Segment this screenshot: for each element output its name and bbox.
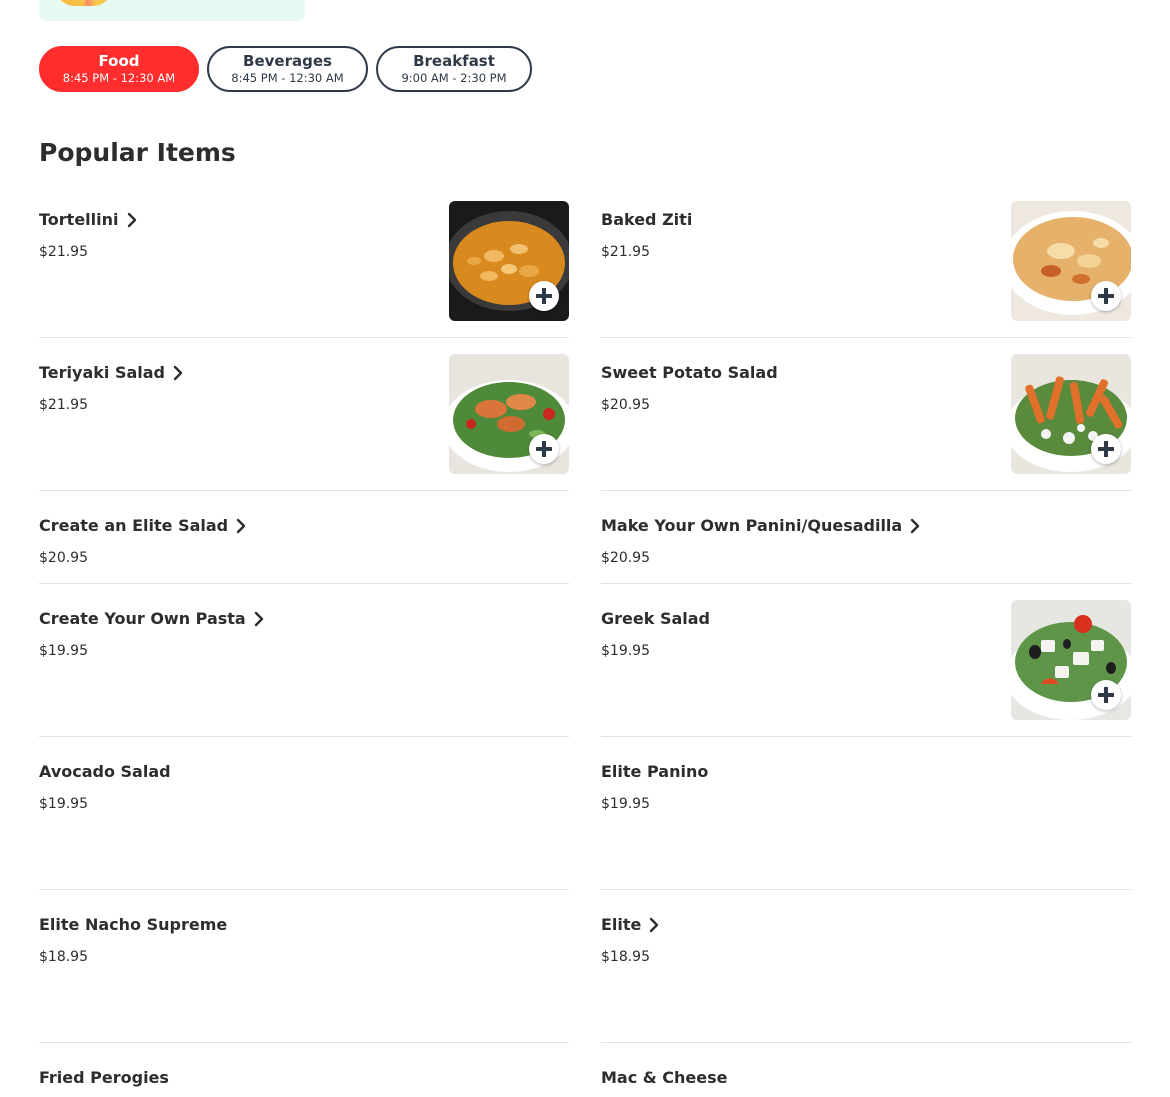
- chevron-right-icon: [173, 365, 183, 381]
- tab-label: Breakfast: [413, 52, 495, 70]
- tab-label: Food: [98, 52, 140, 70]
- promo-banner[interactable]: [39, 0, 305, 21]
- item-name: Elite Panino: [601, 762, 709, 781]
- item-price: $20.95: [39, 550, 88, 566]
- item-name: Tortellini: [39, 210, 119, 229]
- plus-icon: [536, 441, 552, 457]
- add-to-cart-button[interactable]: [1091, 434, 1121, 464]
- tab-hours: 8:45 PM - 12:30 AM: [62, 71, 176, 85]
- item-price: $21.95: [39, 397, 88, 413]
- item-price: $19.95: [601, 643, 650, 659]
- chevron-right-icon: [254, 611, 263, 627]
- menu-item-greek-salad[interactable]: Greek Salad $19.95: [601, 600, 1131, 737]
- item-name: Mac & Cheese: [601, 1068, 728, 1087]
- menu-item-avocado-salad[interactable]: Avocado Salad $19.95: [39, 753, 569, 890]
- divider: [601, 889, 1131, 890]
- divider: [601, 736, 1131, 737]
- menu-item-sweet-potato-salad[interactable]: Sweet Potato Salad $20.95: [601, 354, 1131, 491]
- divider: [39, 1042, 569, 1043]
- plus-icon: [1098, 441, 1114, 457]
- item-price: $18.95: [601, 949, 650, 965]
- menu-item-elite-nacho-supreme[interactable]: Elite Nacho Supreme $18.95: [39, 906, 569, 1043]
- menu-item-teriyaki-salad[interactable]: Teriyaki Salad $21.95: [39, 354, 569, 491]
- chevron-right-icon: [650, 917, 659, 933]
- item-name: Make Your Own Panini/Quesadilla: [601, 516, 903, 535]
- item-name: Sweet Potato Salad: [601, 363, 778, 382]
- item-name: Greek Salad: [601, 609, 710, 628]
- item-price: $19.95: [601, 796, 650, 812]
- item-name: Create Your Own Pasta: [39, 609, 246, 628]
- divider: [39, 736, 569, 737]
- tab-beverages[interactable]: Beverages 8:45 PM - 12:30 AM: [207, 46, 368, 92]
- food-photo-greek-salad: [1011, 600, 1131, 720]
- add-to-cart-button[interactable]: [1091, 680, 1121, 710]
- item-name: Fried Perogies: [39, 1068, 169, 1087]
- menu-item-mac-and-cheese[interactable]: Mac & Cheese: [601, 1059, 1131, 1097]
- menu-item-baked-ziti[interactable]: Baked Ziti $21.95: [601, 201, 1131, 338]
- divider: [601, 337, 1131, 338]
- item-name: Elite: [601, 915, 642, 934]
- divider: [39, 583, 569, 584]
- item-price: $19.95: [39, 796, 88, 812]
- item-name: Teriyaki Salad: [39, 363, 165, 382]
- menu-item-make-your-own-panini[interactable]: Make Your Own Panini/Quesadilla $20.95: [601, 507, 1131, 584]
- tab-food[interactable]: Food 8:45 PM - 12:30 AM: [39, 46, 199, 92]
- item-price: $19.95: [39, 643, 88, 659]
- item-price: $20.95: [601, 397, 650, 413]
- divider: [39, 490, 569, 491]
- divider: [601, 583, 1131, 584]
- chevron-right-icon: [236, 518, 246, 534]
- divider: [601, 1042, 1131, 1043]
- plus-icon: [1098, 687, 1114, 703]
- add-to-cart-button[interactable]: [529, 434, 559, 464]
- item-name: Create an Elite Salad: [39, 516, 229, 535]
- add-to-cart-button[interactable]: [1091, 281, 1121, 311]
- plus-icon: [1098, 288, 1114, 304]
- add-to-cart-button[interactable]: [529, 281, 559, 311]
- item-price: $21.95: [601, 244, 650, 260]
- tab-breakfast[interactable]: Breakfast 9:00 AM - 2:30 PM: [376, 46, 532, 92]
- food-photo-teriyaki-salad: [449, 354, 569, 474]
- item-price: $21.95: [39, 244, 88, 260]
- item-name: Baked Ziti: [601, 210, 693, 229]
- menu-item-fried-perogies[interactable]: Fried Perogies: [39, 1059, 569, 1097]
- tab-hours: 9:00 AM - 2:30 PM: [401, 71, 507, 85]
- chevron-right-icon: [911, 518, 920, 534]
- menu-tabs: Food 8:45 PM - 12:30 AM Beverages 8:45 P…: [39, 46, 532, 92]
- divider: [601, 490, 1131, 491]
- plus-icon: [536, 288, 552, 304]
- food-photo-sweet-potato-salad: [1011, 354, 1131, 474]
- menu-item-elite[interactable]: Elite $18.95: [601, 906, 1131, 1043]
- menu-item-elite-panino[interactable]: Elite Panino $19.95: [601, 753, 1131, 890]
- chevron-right-icon: [127, 212, 136, 228]
- food-photo-baked-ziti: [1011, 201, 1131, 321]
- item-name: Avocado Salad: [39, 762, 171, 781]
- tab-label: Beverages: [243, 52, 332, 70]
- item-price: $20.95: [601, 550, 650, 566]
- divider: [39, 337, 569, 338]
- item-name: Elite Nacho Supreme: [39, 915, 228, 934]
- promo-badge-icon: [55, 0, 113, 6]
- item-price: $18.95: [39, 949, 88, 965]
- menu-item-create-elite-salad[interactable]: Create an Elite Salad $20.95: [39, 507, 569, 584]
- menu-item-create-your-own-pasta[interactable]: Create Your Own Pasta $19.95: [39, 600, 569, 737]
- divider: [39, 889, 569, 890]
- tab-hours: 8:45 PM - 12:30 AM: [231, 71, 344, 85]
- food-photo-tortellini: [449, 201, 569, 321]
- menu-item-tortellini[interactable]: Tortellini $21.95: [39, 201, 569, 338]
- section-title: Popular Items: [39, 138, 236, 167]
